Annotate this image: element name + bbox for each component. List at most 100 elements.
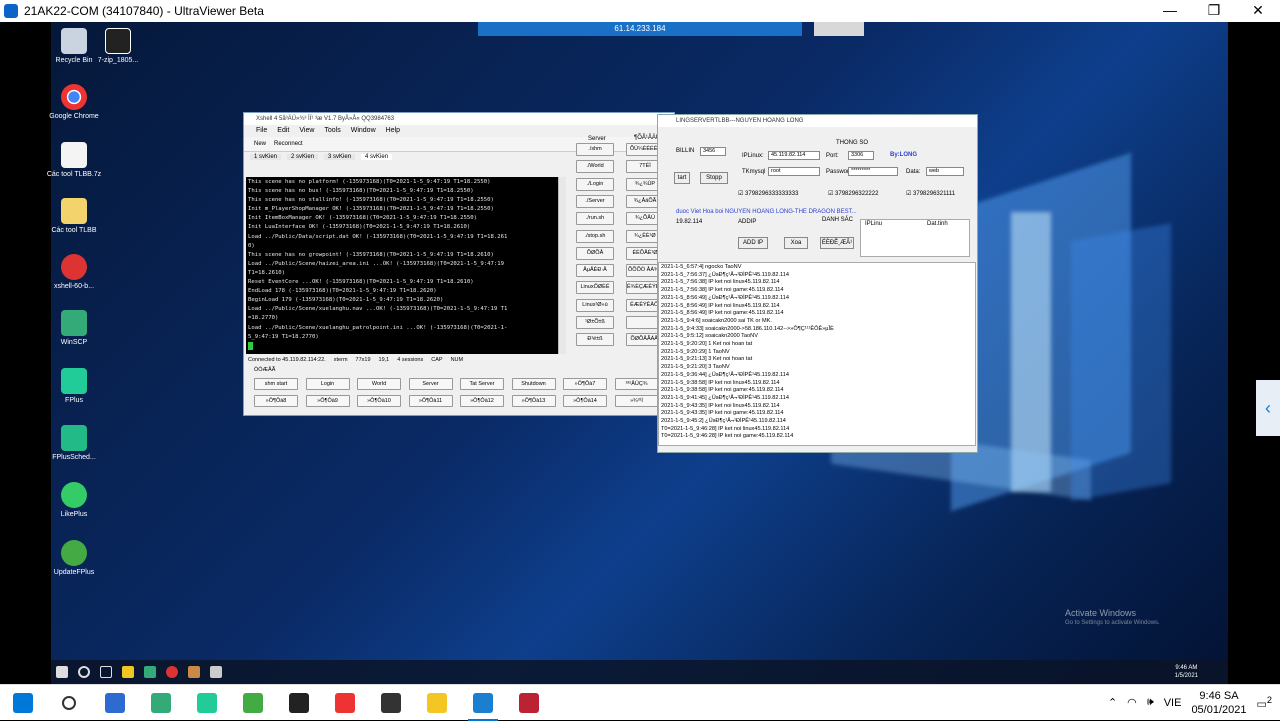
taskbar-chrome-button[interactable]: [322, 685, 368, 721]
side-button[interactable]: ÕØÕÅ: [576, 246, 614, 260]
checkbox-3[interactable]: ☑ 3798296321111: [906, 190, 955, 197]
side-button[interactable]: ./stop.sh: [576, 229, 614, 243]
taskbar-remote-desktop-button[interactable]: [92, 685, 138, 721]
checkbox-2[interactable]: ☑ 3798296322222: [828, 190, 878, 197]
bottom-button[interactable]: Tat Server: [460, 378, 504, 390]
remote-search-button[interactable]: [73, 661, 95, 683]
taskbar-notepad-button[interactable]: [230, 685, 276, 721]
menu-edit[interactable]: Edit: [277, 125, 289, 137]
taskbar-emoji-app-button[interactable]: [414, 685, 460, 721]
new-button[interactable]: New: [254, 141, 266, 147]
bottom-button[interactable]: Shutdown: [511, 378, 556, 390]
taskbar-refresh-tool-button[interactable]: [184, 685, 230, 721]
bottom-button[interactable]: »Ô¶Ôà10: [357, 395, 401, 407]
terminal-scrollbar[interactable]: [558, 177, 566, 354]
menu-file[interactable]: File: [256, 125, 267, 137]
stop-button[interactable]: Stopp: [700, 172, 728, 184]
remote-app-3[interactable]: [205, 661, 227, 683]
bottom-button[interactable]: »Ô¶Ôà7: [563, 378, 607, 390]
bottom-button[interactable]: »Ô¶Ôà11: [408, 395, 453, 407]
desktop-icon-chrome[interactable]: Google Chrome: [44, 84, 104, 121]
menu-window[interactable]: Window: [351, 125, 376, 137]
taskbar-network-tool-button[interactable]: [138, 685, 184, 721]
reconnect-button[interactable]: Reconnect: [274, 141, 303, 147]
taskbar-ultraviewer-button[interactable]: [460, 685, 506, 721]
remote-toolbar[interactable]: [814, 22, 864, 36]
desktop-icon-tool-7z[interactable]: Các tool TLBB.7z: [44, 142, 104, 179]
desktop-icon-7zip[interactable]: 7-zip_1805...: [88, 28, 148, 65]
tab-session-2[interactable]: 2 svKien: [287, 154, 319, 160]
menu-help[interactable]: Help: [386, 125, 400, 137]
bottom-button[interactable]: »Ô¶Ôà14: [563, 395, 607, 407]
remote-app-1[interactable]: [139, 661, 161, 683]
remote-connection-bar[interactable]: 61.14.233.184: [478, 22, 802, 36]
desktop-icon-likeplus[interactable]: LikePlus: [44, 482, 104, 519]
checkbox-1[interactable]: ☑ 3798296333333333: [738, 190, 798, 197]
taskbar-app-a-button[interactable]: [506, 685, 552, 721]
delete-ip-button[interactable]: Xoa: [784, 237, 808, 249]
taskbar-windows-start-button[interactable]: [0, 685, 46, 721]
remote-clock[interactable]: 9:46 AM 1/5/2021: [1175, 664, 1228, 680]
bottom-button[interactable]: Server: [408, 378, 453, 390]
menu-view[interactable]: View: [299, 125, 314, 137]
remote-app-2[interactable]: [183, 661, 205, 683]
password-field[interactable]: *********: [848, 167, 898, 176]
server-log[interactable]: 2021-1-5_6:57:4] ngocko TaoNV 2021-1-5_7:…: [658, 262, 976, 446]
side-panel-toggle[interactable]: ‹: [1256, 380, 1280, 436]
bottom-button[interactable]: »Ô¶Ôà12: [460, 395, 504, 407]
remote-start-button[interactable]: [51, 661, 73, 683]
tray-chevron-up-icon[interactable]: ⌃: [1108, 696, 1117, 709]
desktop-icon-xshell[interactable]: xshell-60-b...: [44, 254, 104, 291]
desktop-icon-update-fplus[interactable]: UpdateFPlus: [44, 540, 104, 577]
tab-session-4[interactable]: 4 svKien: [361, 154, 393, 160]
tab-session-1[interactable]: 1 svKien: [250, 154, 282, 160]
data-field[interactable]: web: [926, 167, 964, 176]
side-button[interactable]: LinuxÔØÈË: [576, 281, 614, 295]
side-button[interactable]: ¹Ø±Õ±ß: [576, 316, 614, 329]
desktop-icon-fplus[interactable]: FPlus: [44, 368, 104, 405]
taskbar-game-button[interactable]: [276, 685, 322, 721]
side-button[interactable]: ./World: [576, 160, 614, 174]
bottom-button[interactable]: World: [357, 378, 401, 390]
bottom-button[interactable]: ¹ª¹ÅÜÇ¾: [614, 378, 659, 390]
volume-icon[interactable]: 🕪: [1147, 696, 1154, 709]
terminal-output[interactable]: This scene has no platform! (-135973168)…: [246, 177, 558, 354]
user-field[interactable]: root: [768, 167, 820, 176]
billing-port-field[interactable]: 3456: [700, 147, 726, 156]
desktop-icon-fplus-sched[interactable]: FPlusSched...: [44, 425, 104, 462]
taskbar-game2-button[interactable]: [368, 685, 414, 721]
start-button[interactable]: tart: [674, 172, 690, 184]
ip-list[interactable]: IPLinu Dat.tinh: [860, 219, 970, 257]
bottom-button[interactable]: »Ô¶Ôà8: [254, 395, 298, 407]
taskbar-search-button[interactable]: [46, 685, 92, 721]
bottom-button[interactable]: Login: [305, 378, 350, 390]
close-button[interactable]: ✕: [1236, 0, 1280, 22]
bottom-button[interactable]: »Ô¶Ôà9: [305, 395, 350, 407]
remote-xshell[interactable]: [161, 661, 183, 683]
side-button[interactable]: ./Server: [576, 194, 614, 208]
side-button[interactable]: Linux¹Ø»ú: [576, 298, 614, 312]
minimize-button[interactable]: —: [1148, 0, 1192, 22]
notification-button[interactable]: ▭2: [1257, 695, 1273, 711]
desktop-icon-tool-folder[interactable]: Các tool TLBB: [44, 198, 104, 235]
side-button[interactable]: ./Login: [576, 177, 614, 191]
side-button[interactable]: ./run.sh: [576, 212, 614, 226]
desktop-icon-winscp[interactable]: WinSCP: [44, 310, 104, 347]
restore-button[interactable]: ❐: [1192, 0, 1236, 22]
port-field[interactable]: 3306: [848, 151, 874, 160]
clock[interactable]: 9:46 SA 05/01/2021: [1191, 689, 1246, 717]
iplinux-field[interactable]: 45.119.82.114: [768, 151, 820, 160]
remote-task-view[interactable]: [95, 661, 117, 683]
side-button[interactable]: ÅµÅÊÐ·Å: [576, 264, 614, 278]
bottom-button[interactable]: »¾³¹Ì: [614, 395, 659, 407]
language-indicator[interactable]: VIE: [1164, 697, 1182, 709]
add-ip-button[interactable]: ADD IP: [738, 237, 768, 249]
side-button[interactable]: Ð¹ë±ß: [576, 333, 614, 347]
extra-button[interactable]: ÉÈÐÊ¸ÆÂ¹: [820, 237, 854, 249]
bottom-button[interactable]: shm start: [254, 378, 298, 390]
bottom-button[interactable]: »Ô¶Ôà13: [511, 395, 556, 407]
menu-tools[interactable]: Tools: [324, 125, 340, 137]
remote-explorer[interactable]: [117, 661, 139, 683]
tab-session-3[interactable]: 3 svKien: [324, 154, 356, 160]
wifi-icon[interactable]: ◠: [1127, 696, 1137, 709]
